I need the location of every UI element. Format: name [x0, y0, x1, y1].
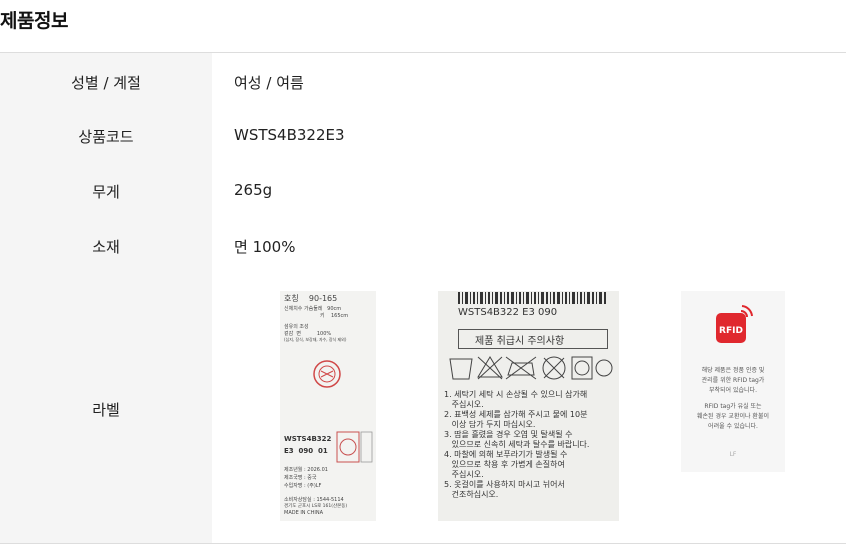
- gender-season-label: 성별 / 계절: [71, 74, 141, 92]
- care-line: 건조하십시오.: [444, 490, 499, 499]
- product-info-table: 성별 / 계절 여성 / 여름 상품코드 WSTS4B322E3 무게 265g…: [0, 53, 846, 543]
- size-tag-fiber: 겉감 면 100%: [284, 331, 332, 337]
- rfid-text: 해당 제품은 정품 인증 및: [701, 367, 765, 374]
- svg-text:RFID: RFID: [719, 326, 743, 336]
- gender-season-value: 여성 / 여름: [234, 74, 304, 92]
- weight-value: 265g: [234, 181, 273, 199]
- product-code-value: WSTS4B322E3: [234, 126, 345, 144]
- material-value: 면 100%: [234, 238, 296, 256]
- size-tag-body: 신체치수 가슴둘레 90cm: [284, 306, 342, 312]
- size-tag-origin: 제조국명 : 중국: [284, 475, 317, 481]
- bottom-divider: [0, 543, 846, 544]
- rfid-text: RFID tag가 유실 또는: [704, 403, 762, 410]
- size-tag-fiber-title: 섬유의 조성: [284, 324, 309, 330]
- size-tag-image[interactable]: 호칭 90-165 신체치수 가슴둘레 90cm 키 165cm 섬유의 조성 …: [280, 291, 376, 521]
- care-tag-title: 제품 취급시 주의사항: [475, 336, 565, 347]
- material-label: 소재: [92, 238, 120, 256]
- label-row-label: 라벨: [92, 401, 120, 419]
- rfid-text: 관리를 위한 RFID tag가: [701, 377, 765, 384]
- size-tag-importer: 수입자명 : (주)LF: [284, 483, 322, 489]
- size-tag-height: 키 165cm: [320, 313, 349, 319]
- size-tag-code1: WSTS4B322: [284, 435, 332, 443]
- care-symbols-icon: [449, 356, 613, 380]
- size-tag-size: 호칭 90-165: [284, 294, 338, 303]
- rfid-tag-image[interactable]: RFID 해당 제품은 정품 인증 및 관리를 위한 RFID tag가 부착되…: [681, 291, 785, 472]
- care-tag-title-box: 제품 취급시 주의사항: [458, 329, 608, 349]
- size-tag-fiber-note: (심지, 장식, 보강재, 자수, 장식 제외): [284, 337, 347, 342]
- inspection-seal-icon: [336, 431, 373, 463]
- barcode-icon: [458, 292, 606, 304]
- rfid-text: 어려울 수 있습니다.: [708, 423, 758, 430]
- rfid-logo-icon: RFID: [716, 305, 753, 343]
- product-code-label: 상품코드: [78, 128, 134, 146]
- size-tag-code2: E3 090 01: [284, 447, 328, 455]
- care-tag-code: WSTS4B322 E3 090: [458, 307, 558, 318]
- inspection-stamp-icon: [313, 360, 341, 388]
- size-tag-made-in: MADE IN CHINA: [284, 510, 324, 516]
- size-tag-date: 제조년월 : 2026.01: [284, 467, 328, 473]
- rfid-text: 훼손된 경우 교환이나 환불이: [697, 413, 769, 420]
- rfid-text: 부착되어 있습니다.: [709, 387, 757, 394]
- size-tag-phone: 소비자상담실 : 1544-5114: [284, 497, 344, 503]
- section-title: 제품정보: [0, 10, 68, 32]
- weight-label: 무게: [92, 183, 120, 201]
- care-tag-image[interactable]: WSTS4B322 E3 090 제품 취급시 주의사항 1. 세탁기 세탁 시…: [438, 291, 619, 521]
- lf-logo-icon: LF: [729, 451, 737, 458]
- size-tag-address: 경기도 군포시 LS로 161(산본동): [284, 504, 348, 509]
